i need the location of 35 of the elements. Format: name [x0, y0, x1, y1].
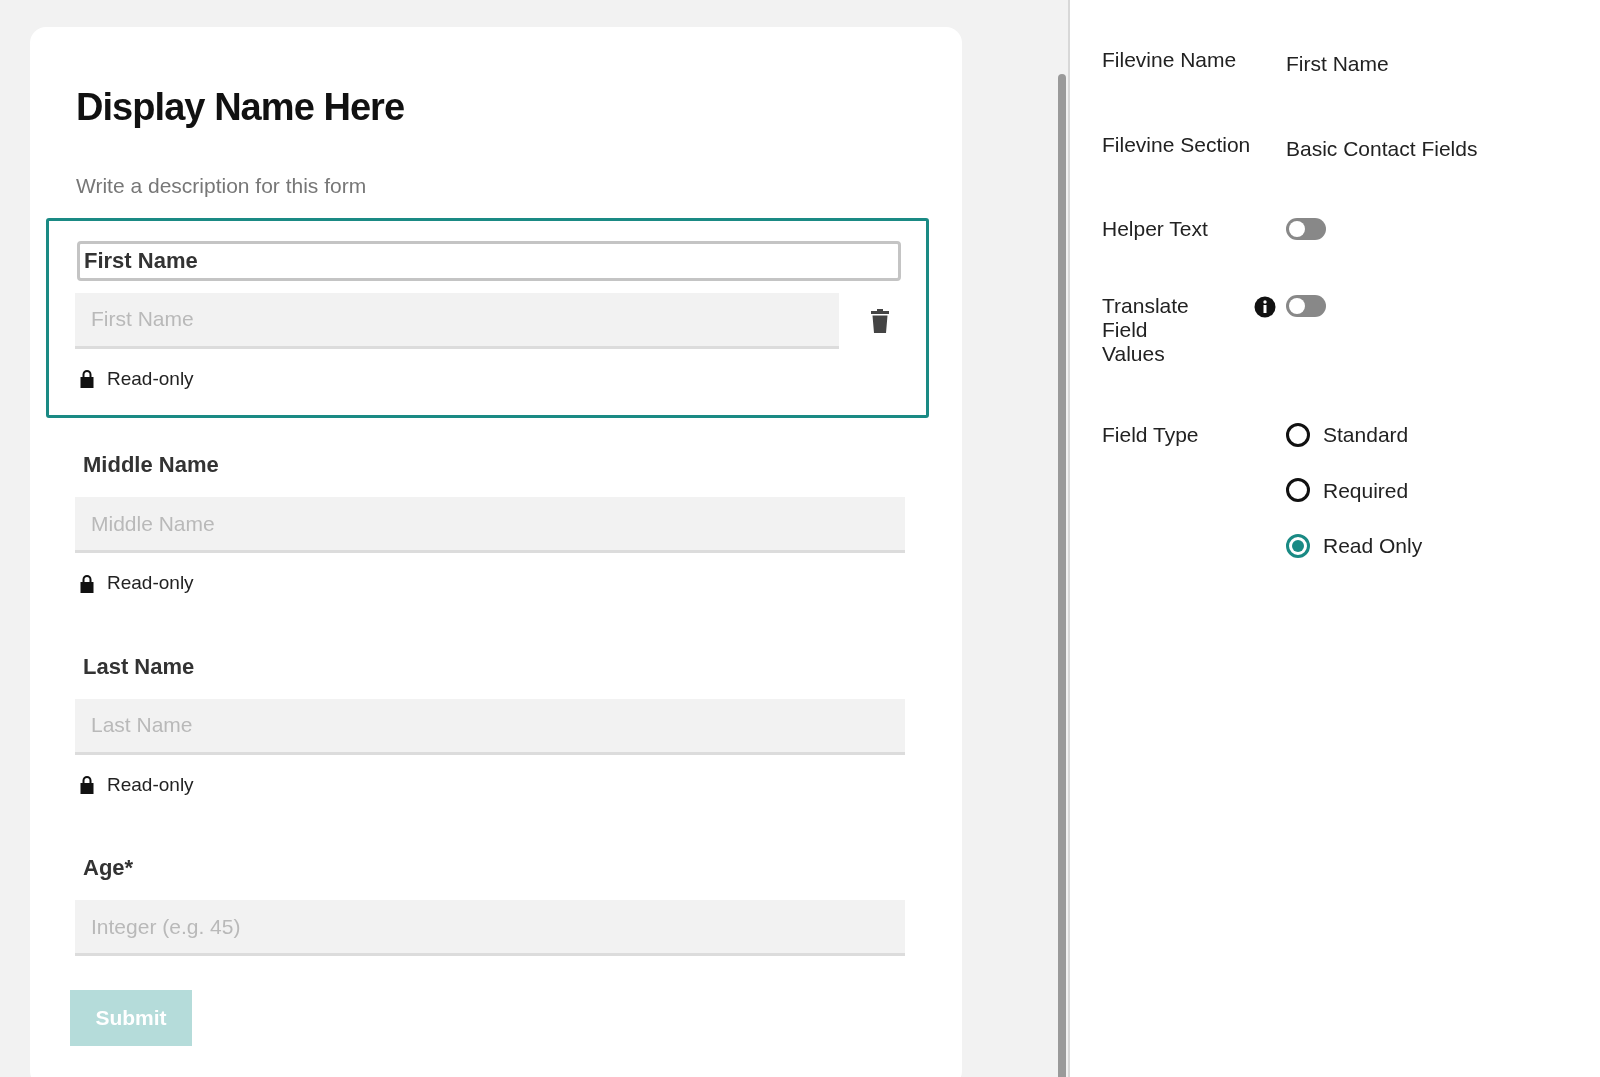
text-input[interactable]: First Name [75, 292, 839, 349]
trash-icon[interactable] [871, 308, 889, 333]
toggle-switch[interactable] [1286, 218, 1326, 240]
lock-icon [79, 369, 95, 389]
text-input[interactable]: Middle Name [75, 497, 905, 553]
lock-icon [79, 573, 95, 593]
selected-field-card[interactable]: First Name First Name Read-only [46, 217, 929, 418]
radio-button[interactable] [1286, 478, 1310, 503]
form-description: Write a description for this form [76, 173, 368, 199]
toggle-switch[interactable] [1286, 295, 1326, 317]
property-label: Helper Text [1102, 217, 1209, 241]
info-icon[interactable] [1254, 296, 1276, 318]
scrollbar-thumb[interactable] [1058, 74, 1066, 1077]
radio-label[interactable]: Required [1323, 474, 1409, 506]
property-value: Basic Contact Fields [1286, 135, 1478, 162]
property-label: Filevine Section [1102, 132, 1252, 157]
property-label: Filevine Name [1102, 48, 1238, 72]
field-label: Age* [83, 854, 135, 882]
radio-label[interactable]: Read Only [1323, 530, 1423, 562]
property-label: Translate Field Values [1102, 294, 1190, 366]
lock-icon [79, 775, 95, 795]
label-input[interactable]: First Name [77, 240, 901, 281]
radio-label[interactable]: Standard [1323, 419, 1409, 451]
text-input[interactable]: Integer (e.g. 45) [75, 900, 905, 956]
read-only-label: Read-only [107, 366, 194, 391]
property-label: Field Type [1102, 422, 1200, 448]
text-input[interactable]: Last Name [75, 698, 905, 755]
field-label: Last Name [83, 652, 196, 681]
radio-button[interactable] [1286, 422, 1310, 447]
read-only-label: Read-only [107, 772, 194, 797]
property-value: First Name [1286, 51, 1389, 77]
form-title: Display Name Here [76, 85, 406, 130]
field-label: Middle Name [83, 451, 220, 479]
read-only-label: Read-only [107, 571, 194, 595]
radio-button[interactable] [1286, 533, 1310, 558]
